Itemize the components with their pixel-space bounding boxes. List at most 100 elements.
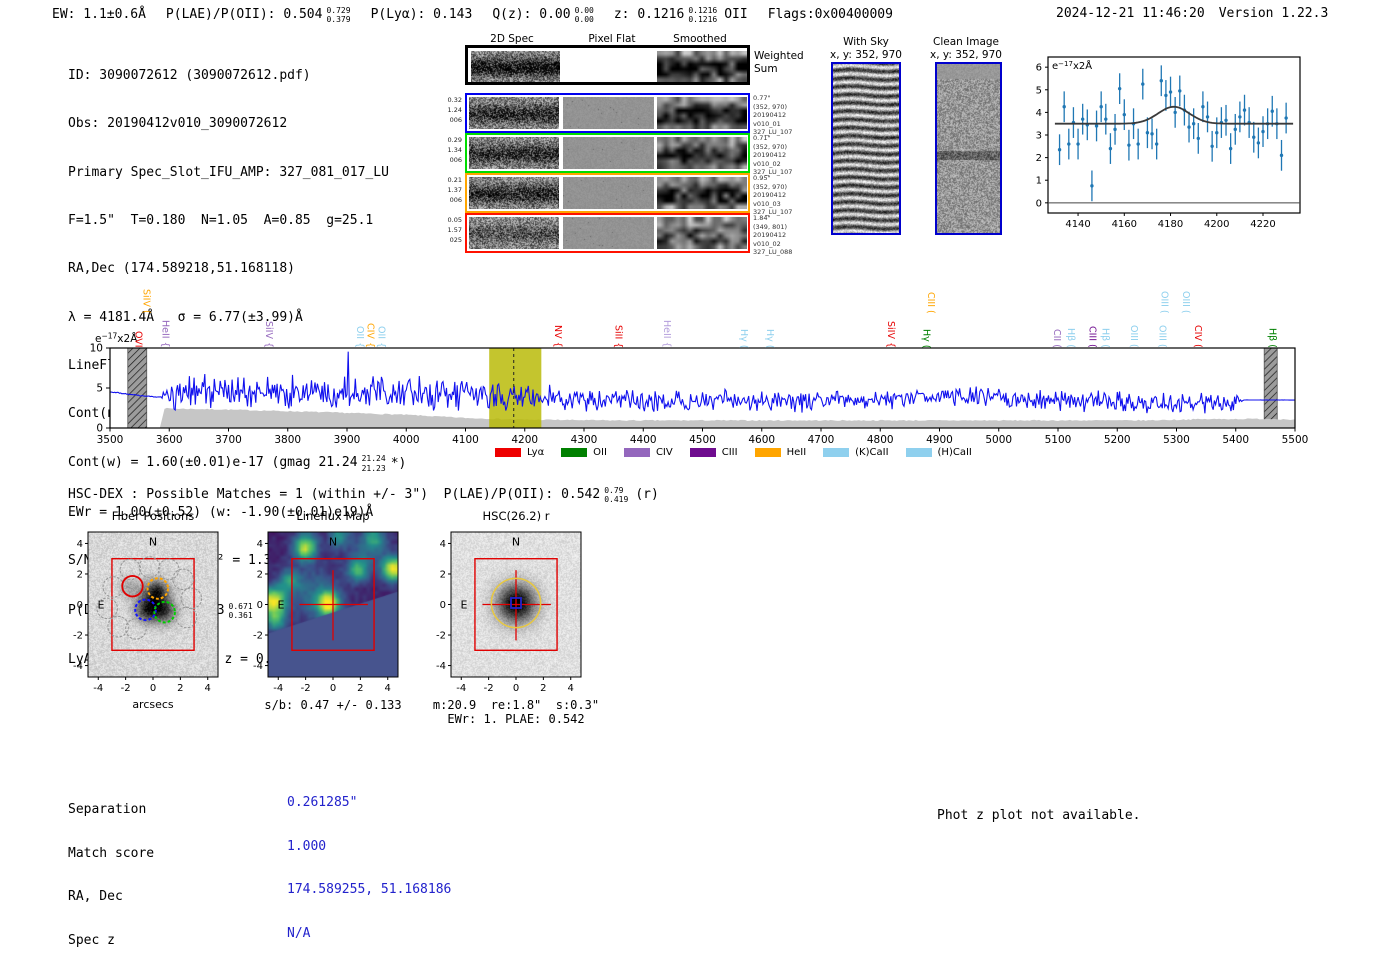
svg-text:2: 2 [177,683,183,694]
svg-text:3: 3 [1036,131,1042,142]
row-meta: 327_LU_088 [753,248,792,257]
row-left-labels: 0.321.24006 [438,96,462,125]
legend-swatch [495,448,521,457]
hsc-dex-match-line: HSC-DEX : Possible Matches = 1 (within +… [68,486,659,504]
legend-label: HeII [787,447,807,458]
row-meta: (349, 801) [753,223,792,232]
row-left-labels: 0.211.37006 [438,176,462,205]
svg-text:E: E [278,599,285,612]
qz-lo: 0.00 [575,15,594,24]
svg-text:E: E [461,599,468,612]
svg-text:-2: -2 [121,683,131,694]
qz-range: 0.000.00 [575,6,594,24]
row-meta: 20190412 [753,111,792,120]
col-title-pixelflat: Pixel Flat [567,33,657,45]
weighted-smoothed-image [657,51,747,82]
row-left-labels: 0.051.57025 [438,216,462,245]
legend-item: CIII [690,447,738,458]
svg-text:4600: 4600 [748,434,775,446]
match-label: Match score [68,847,185,862]
exposure-2dspec-image [469,97,559,129]
z-range: 0.12160.1216 [688,6,717,24]
svg-text:0: 0 [1036,198,1042,209]
weighted-label-line: Weighted [754,50,804,63]
svg-text:5: 5 [1036,85,1042,96]
svg-text:4140: 4140 [1065,219,1090,230]
svg-text:e−17x2Å: e−17x2Å [1052,59,1092,72]
svg-text:3600: 3600 [156,434,183,446]
svg-text:2: 2 [257,569,263,580]
row-meta: (352, 970) [753,183,792,192]
svg-text:4180: 4180 [1158,219,1183,230]
svg-text:4100: 4100 [452,434,479,446]
match-label: Spec z [68,934,185,949]
row-meta: 20190412 [753,191,792,200]
svg-text:5000: 5000 [985,434,1012,446]
svg-text:4160: 4160 [1112,219,1137,230]
match-value: 174.589255, 51.168186 [287,883,451,898]
match-value: 1.000 [287,840,451,855]
match-label: Separation [68,803,185,818]
svg-text:-2: -2 [436,631,446,642]
legend-label: (H)CaII [938,447,972,458]
col-title-2dspec: 2D Spec [467,33,557,45]
weighted-sum-label: Weighted Sum [754,50,804,76]
row-stat: 0.29 [438,136,462,146]
clean-image-title: Clean Image x, y: 352, 970 [923,36,1009,62]
clean-image [935,62,1002,235]
plya-value: P(Lyα): 0.143 [371,7,473,22]
svg-text:-4: -4 [436,661,446,672]
legend-swatch [624,448,650,457]
row-meta: 0.95" [753,174,792,183]
svg-text:3500: 3500 [97,434,124,446]
svg-text:-4: -4 [93,683,103,694]
ew-value: EW: 1.1±0.6Å [52,7,146,22]
legend-item: Lyα [495,447,544,458]
clean-image-coords: x, y: 352, 970 [923,49,1009,62]
svg-text:4: 4 [385,683,391,694]
row-stat: 1.24 [438,106,462,116]
with-sky-title: With Sky x, y: 352, 970 [823,36,909,62]
clean-image-title-line: Clean Image [923,36,1009,49]
row-right-labels: 0.71"(352, 970)20190412v010_02327_LU_107 [753,134,792,177]
svg-text:-4: -4 [73,661,83,672]
svg-text:2: 2 [540,683,546,694]
svg-text:2: 2 [77,569,83,580]
exposure-row [465,213,750,253]
row-left-labels: 0.291.34006 [438,136,462,165]
row-stat: 006 [438,116,462,126]
svg-text:4000: 4000 [393,434,420,446]
exposure-smoothed-image [657,217,747,249]
svg-text:4220: 4220 [1250,219,1275,230]
row-meta: (352, 970) [753,103,792,112]
row-stat: 1.57 [438,226,462,236]
line-fit-errorbar-chart: 012345641404160418042004220e−17x2Å [1030,45,1350,240]
exposure-smoothed-image [657,137,747,169]
row-stat: 006 [438,196,462,206]
plae-hi: 0.729 [326,6,350,15]
svg-text:0: 0 [77,600,83,611]
row-meta: v010_03 [753,200,792,209]
z-value: z: 0.1216 [614,7,684,22]
legend-swatch [561,448,587,457]
col-title-smoothed: Smoothed [655,33,745,45]
svg-text:5300: 5300 [1163,434,1190,446]
svg-text:2: 2 [357,683,363,694]
spectrum-legend: LyαOIICIVCIIIHeII(K)CaII(H)CaII [495,447,989,458]
lineflux-map-panel: Lineflux Map -4-4-2-2002244NE s/b: 0.47 … [235,503,410,733]
qz-hi: 0.00 [575,6,594,15]
svg-text:2: 2 [440,569,446,580]
hsc-dex-hi: 0.79 [604,486,628,495]
with-sky-coords: x, y: 352, 970 [823,49,909,62]
svg-text:-2: -2 [301,683,311,694]
match-value: 0.261285" [287,796,451,811]
exposure-smoothed-image [657,177,747,209]
info-line: F=1.5" T=0.180 N=1.05 A=0.85 g=25.1 [68,213,406,229]
qz-value: Q(z): 0.00 [492,7,570,22]
row-stat: 006 [438,156,462,166]
info-line: Primary Spec_Slot_IFU_AMP: 327_081_017_L… [68,165,406,181]
legend-item: OII [561,447,607,458]
svg-text:0: 0 [150,683,156,694]
row-meta: 20190412 [753,151,792,160]
svg-text:-2: -2 [253,631,263,642]
